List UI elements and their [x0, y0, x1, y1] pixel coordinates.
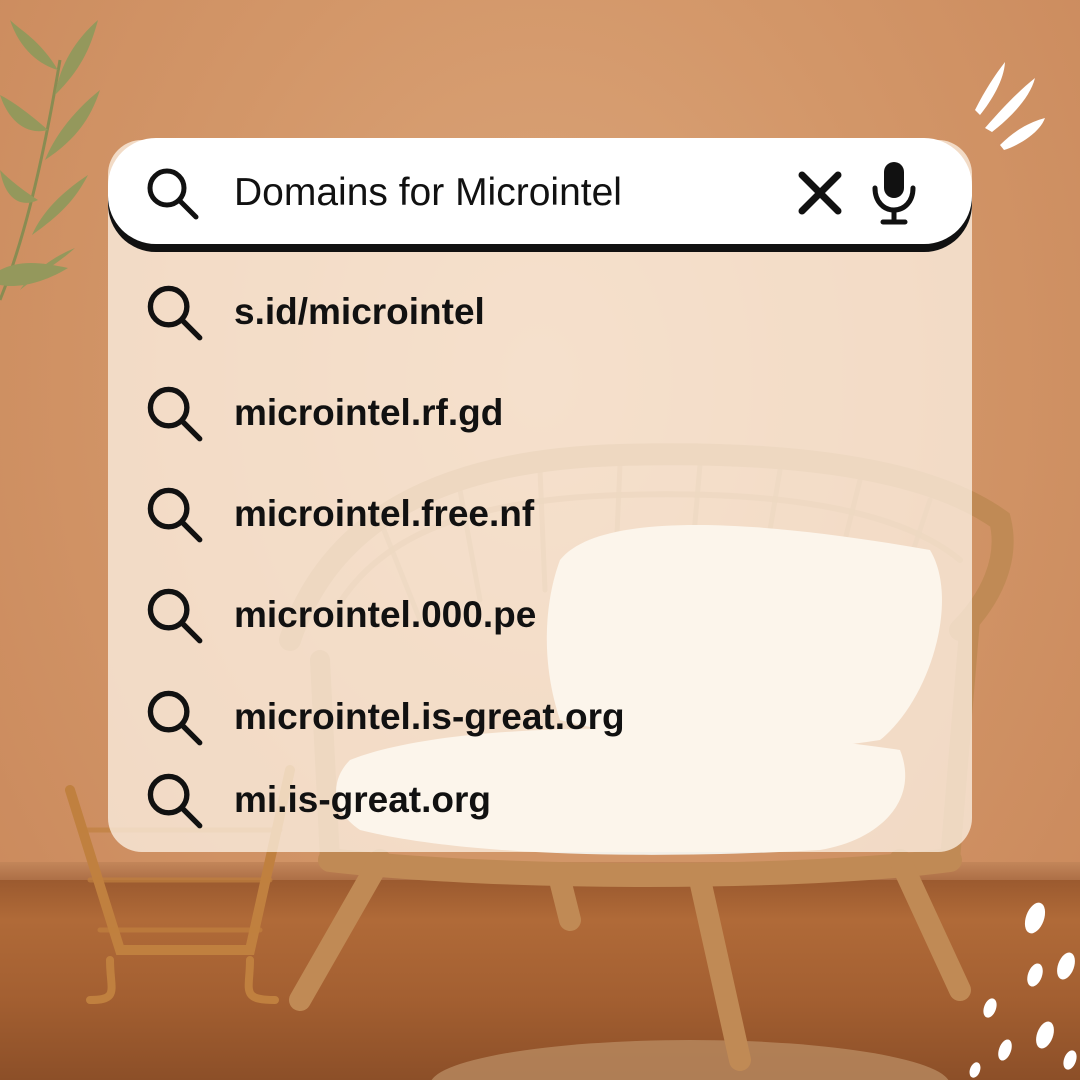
search-icon — [147, 773, 203, 829]
suggestion-label: microintel.rf.gd — [234, 392, 504, 433]
suggestion-label: mi.is-great.org — [234, 779, 491, 820]
search-input[interactable]: Domains for Microintel — [234, 168, 622, 218]
confetti-dots-icon — [969, 902, 1077, 1078]
suggestion-label: s.id/microintel — [234, 291, 485, 332]
suggestion-item[interactable]: microintel.free.nf — [108, 464, 972, 544]
suggestion-label: microintel.000.pe — [234, 594, 537, 635]
search-icon — [147, 487, 203, 543]
brush-strokes-icon — [975, 62, 1045, 150]
search-icon — [147, 168, 199, 220]
close-icon[interactable] — [792, 165, 848, 221]
suggestion-item[interactable]: microintel.is-great.org — [108, 667, 972, 747]
suggestion-item[interactable]: microintel.rf.gd — [108, 363, 972, 443]
leaf-sprig-icon — [0, 20, 100, 301]
suggestion-item[interactable]: s.id/microintel — [108, 262, 972, 342]
suggestion-label: microintel.is-great.org — [234, 696, 625, 737]
search-icon — [147, 690, 203, 746]
microphone-icon[interactable] — [866, 160, 922, 226]
suggestion-item[interactable]: microintel.000.pe — [108, 565, 972, 645]
search-icon — [147, 588, 203, 644]
suggestion-label: microintel.free.nf — [234, 493, 535, 534]
search-icon — [147, 386, 203, 442]
suggestion-item[interactable]: mi.is-great.org — [108, 750, 972, 830]
search-bar[interactable]: Domains for Microintel — [108, 138, 972, 244]
search-icon — [147, 285, 203, 341]
